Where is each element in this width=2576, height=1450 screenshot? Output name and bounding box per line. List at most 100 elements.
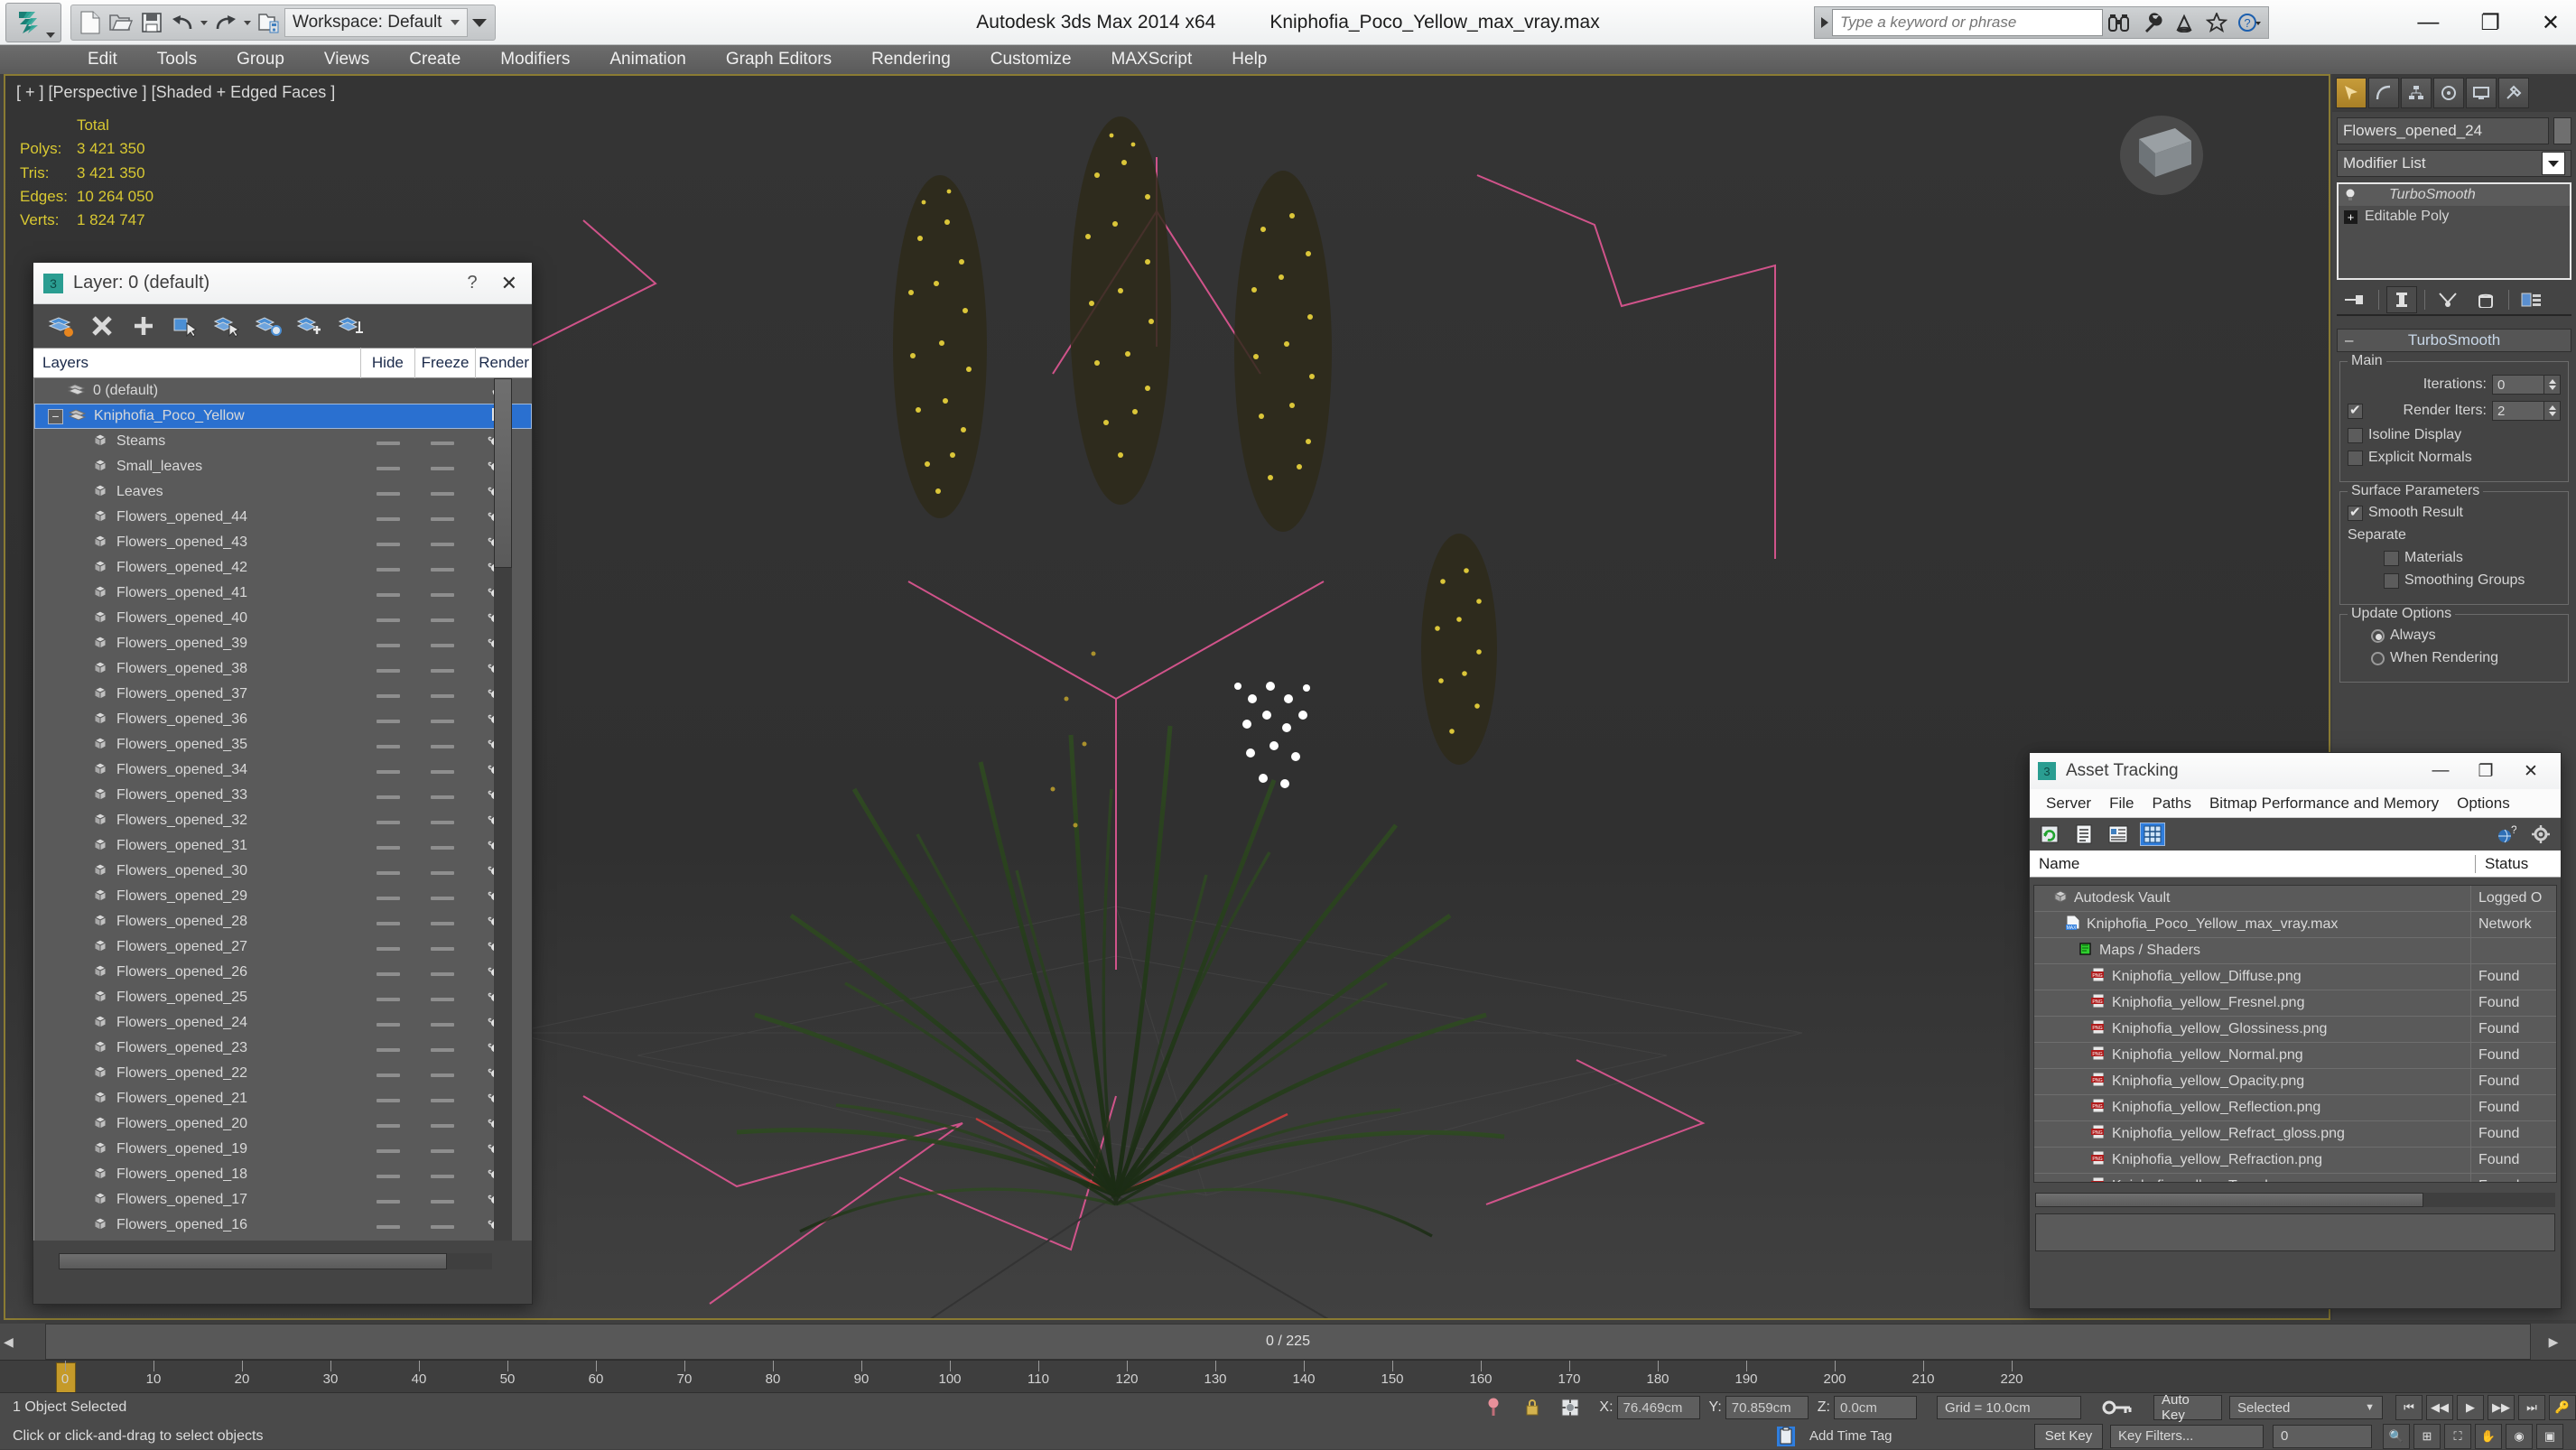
layer-row[interactable]: Flowers_opened_22 (34, 1061, 532, 1086)
scrollbar-thumb[interactable] (59, 1253, 447, 1269)
asset-name-cell[interactable]: Maps / Shaders (2034, 942, 2470, 961)
modifier-list-caret-icon[interactable] (2542, 152, 2565, 175)
asset-settings-button[interactable] (2528, 823, 2553, 846)
iterations-spinner-arrows[interactable] (2544, 375, 2561, 395)
layer-row[interactable]: Flowers_opened_36 (34, 707, 532, 732)
show-end-result-button[interactable] (2386, 286, 2417, 313)
x-coordinate[interactable]: X: 76.469cm (1599, 1396, 1700, 1419)
layer-hide-toggle[interactable] (364, 1192, 413, 1208)
nested-layers-button[interactable] (337, 311, 366, 340)
layer-freeze-toggle[interactable] (418, 888, 467, 905)
tab-utilities[interactable] (2498, 78, 2529, 108)
asset-name-cell[interactable]: PNG Kniphofia_yellow_Diffuse.png (2034, 967, 2470, 987)
layer-row[interactable]: Flowers_opened_31 (34, 833, 532, 859)
layer-row[interactable]: Flowers_opened_30 (34, 859, 532, 884)
asset-column-status[interactable]: Status (2475, 854, 2561, 873)
y-coordinate[interactable]: Y: 70.859cm (1709, 1396, 1809, 1419)
minimize-button[interactable]: — (2417, 10, 2439, 35)
layer-expander-icon[interactable]: − (48, 408, 63, 424)
explicit-normals-checkbox[interactable] (2348, 450, 2363, 466)
asset-name-cell[interactable]: PNG Kniphofia_yellow_Glossiness.png (2034, 1019, 2470, 1039)
infocenter-expand-button[interactable] (1818, 9, 1832, 36)
layer-row[interactable]: Flowers_opened_40 (34, 606, 532, 631)
select-highlighted-layer-button[interactable] (212, 311, 241, 340)
go-to-start-button[interactable]: ⏮ (2395, 1395, 2423, 1420)
menu-item-modifiers[interactable]: Modifiers (480, 50, 590, 70)
pin-stack-button[interactable] (2340, 286, 2371, 313)
z-value-field[interactable]: 0.0cm (1834, 1396, 1917, 1419)
layer-freeze-toggle[interactable] (418, 964, 467, 981)
modifier-stack-item-turbosmooth[interactable]: TurboSmooth (2339, 184, 2570, 206)
open-file-button[interactable] (106, 7, 136, 38)
layer-hide-toggle[interactable] (364, 863, 413, 879)
layer-row[interactable]: 0 (default)✔ (34, 378, 532, 404)
layer-freeze-toggle[interactable] (418, 939, 467, 955)
asset-close-button[interactable]: ✕ (2508, 761, 2553, 782)
asset-minimize-button[interactable]: — (2418, 761, 2463, 781)
layer-hide-toggle[interactable] (364, 585, 413, 601)
asset-name-cell[interactable]: MAX Kniphofia_Poco_Yellow_max_vray.max (2034, 915, 2470, 934)
asset-row[interactable]: PNG Kniphofia_yellow_Opacity.png Found (2034, 1068, 2556, 1095)
tab-motion[interactable] (2433, 78, 2464, 108)
asset-name-cell[interactable]: PNG Kniphofia_yellow_Normal.png (2034, 1046, 2470, 1065)
layer-hide-toggle[interactable] (364, 661, 413, 677)
layer-hide-toggle[interactable] (364, 1015, 413, 1031)
x-value-field[interactable]: 76.469cm (1616, 1396, 1700, 1419)
layer-dialog-close-button[interactable]: ✕ (501, 272, 517, 295)
asset-name-cell[interactable]: PNG Kniphofia_yellow_Refraction.png (2034, 1150, 2470, 1170)
viewcube-icon[interactable] (2112, 103, 2211, 202)
layer-hide-toggle[interactable] (364, 711, 413, 728)
track-prev-button[interactable]: ◀ (4, 1334, 14, 1350)
asset-list-view-button[interactable] (2071, 823, 2097, 846)
layer-freeze-toggle[interactable] (418, 636, 467, 652)
go-to-end-button[interactable]: ⏭ (2518, 1395, 2545, 1420)
track-bar[interactable]: ◀ 0 / 225 ▶ (0, 1324, 2576, 1360)
modifier-stack[interactable]: TurboSmooth + Editable Poly (2337, 182, 2571, 280)
layer-hide-toggle[interactable] (364, 838, 413, 854)
asset-name-cell[interactable]: PNG Kniphofia_yellow_Translucency.png (2034, 1176, 2470, 1182)
layer-row[interactable]: Steams (34, 429, 532, 454)
rollout-collapse-icon[interactable]: – (2345, 331, 2353, 349)
asset-row[interactable]: PNG Kniphofia_yellow_Diffuse.png Found (2034, 963, 2556, 990)
rollout-header-turbosmooth[interactable]: – TurboSmooth (2337, 329, 2571, 352)
search-input[interactable] (1832, 9, 2103, 36)
highlight-selected-objects-layer-button[interactable] (254, 311, 283, 340)
tab-create[interactable] (2336, 78, 2367, 108)
chevron-down-icon[interactable]: ▼ (2365, 1402, 2375, 1413)
asset-name-cell[interactable]: Autodesk Vault (2034, 889, 2470, 908)
asset-column-name[interactable]: Name (2030, 855, 2475, 873)
smooth-result-checkbox[interactable] (2348, 504, 2363, 521)
app-menu-button[interactable] (5, 3, 61, 42)
layer-hide-toggle[interactable] (364, 1040, 413, 1056)
layer-freeze-toggle[interactable] (418, 1217, 467, 1233)
workspace-selector[interactable]: Workspace: Default (284, 8, 469, 37)
column-header-freeze[interactable]: Freeze (415, 348, 477, 378)
expand-plus-icon[interactable]: + (2344, 209, 2357, 224)
selection-lock-toggle[interactable] (1514, 1398, 1550, 1417)
tab-hierarchy[interactable] (2401, 78, 2432, 108)
layer-freeze-toggle[interactable] (418, 990, 467, 1006)
maximize-viewport-button[interactable]: ▣ (2536, 1423, 2563, 1449)
pin-stack-toggle[interactable] (1473, 1397, 1514, 1418)
modifier-stack-item-editable-poly[interactable]: + Editable Poly (2339, 206, 2570, 228)
layer-freeze-toggle[interactable] (418, 686, 467, 702)
set-key-button[interactable]: Set Key (2034, 1423, 2103, 1449)
menu-item-tools[interactable]: Tools (137, 50, 217, 70)
pan-button[interactable]: ✋ (2475, 1423, 2502, 1449)
layer-hide-toggle[interactable] (364, 509, 413, 525)
key-filters-button[interactable]: Key Filters... (2110, 1424, 2264, 1448)
asset-maximize-button[interactable]: ❐ (2463, 761, 2508, 782)
layer-row[interactable]: Flowers_opened_26 (34, 960, 532, 985)
add-time-tag-icon-button[interactable] (1770, 1426, 1802, 1447)
orbit-button[interactable]: ◉ (2506, 1423, 2533, 1449)
layer-hide-toggle[interactable] (364, 433, 413, 450)
column-header-layers[interactable]: Layers (33, 348, 362, 378)
layer-hide-toggle[interactable] (364, 1116, 413, 1132)
asset-row[interactable]: MAX Kniphofia_Poco_Yellow_max_vray.max Net… (2034, 911, 2556, 938)
layer-row[interactable]: Flowers_opened_17 (34, 1187, 532, 1213)
help-button[interactable]: ? (2233, 8, 2265, 37)
layer-row[interactable]: Flowers_opened_27 (34, 934, 532, 960)
isoline-display-checkbox[interactable] (2348, 427, 2363, 443)
layer-hide-toggle[interactable] (364, 1167, 413, 1183)
layer-freeze-toggle[interactable] (418, 433, 467, 450)
